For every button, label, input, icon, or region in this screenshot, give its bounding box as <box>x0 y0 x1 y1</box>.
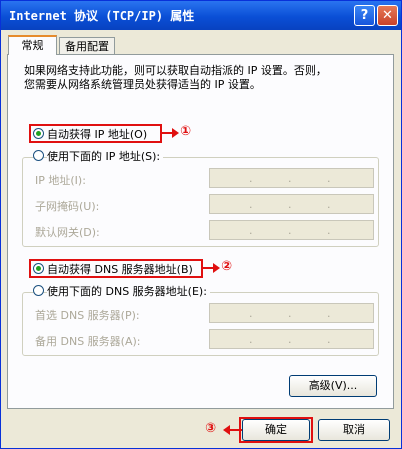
annotation-box-ok <box>239 417 313 443</box>
manual-ip-label[interactable]: 使用下面的 IP 地址(S): <box>47 148 164 164</box>
annotation-step-1: ① <box>180 124 192 139</box>
annotation-box-auto-ip <box>29 124 162 143</box>
help-button[interactable]: ? <box>354 5 375 26</box>
annotation-step-2: ② <box>221 259 233 274</box>
subnet-mask-label: 子网掩码(U): <box>35 200 100 213</box>
ip-address-label: IP 地址(I): <box>35 174 86 187</box>
ip-address-field: ... <box>209 168 374 188</box>
title-bar[interactable]: Internet 协议 (TCP/IP) 属性 ? ✕ <box>1 1 401 30</box>
default-gateway-label: 默认网关(D): <box>35 226 100 239</box>
default-gateway-field: ... <box>209 220 374 240</box>
annotation-step-3: ③ <box>205 421 217 436</box>
advanced-button[interactable]: 高级(V)... <box>289 375 377 397</box>
alternate-dns-label: 备用 DNS 服务器(A): <box>35 335 141 348</box>
annotation-box-auto-dns <box>29 259 203 278</box>
annotation-arrow-1-icon <box>162 128 179 138</box>
cancel-button[interactable]: 取消 <box>318 419 390 441</box>
description-text: 如果网络支持此功能，则可以获取自动指派的 IP 设置。否则， 您需要从网络系统管… <box>24 64 327 91</box>
window-title: Internet 协议 (TCP/IP) 属性 <box>9 9 195 23</box>
manual-dns-radio[interactable] <box>33 285 44 296</box>
tab-alternate-config[interactable]: 备用配置 <box>59 37 115 55</box>
alternate-dns-field: ... <box>209 329 374 349</box>
annotation-arrow-2-icon <box>203 263 220 273</box>
subnet-mask-field: ... <box>209 194 374 214</box>
manual-dns-label[interactable]: 使用下面的 DNS 服务器地址(E): <box>47 283 210 299</box>
preferred-dns-label: 首选 DNS 服务器(P): <box>35 309 140 322</box>
tab-general[interactable]: 常规 <box>8 35 57 55</box>
manual-ip-radio[interactable] <box>33 150 44 161</box>
preferred-dns-field: ... <box>209 303 374 323</box>
close-button[interactable]: ✕ <box>377 5 398 26</box>
